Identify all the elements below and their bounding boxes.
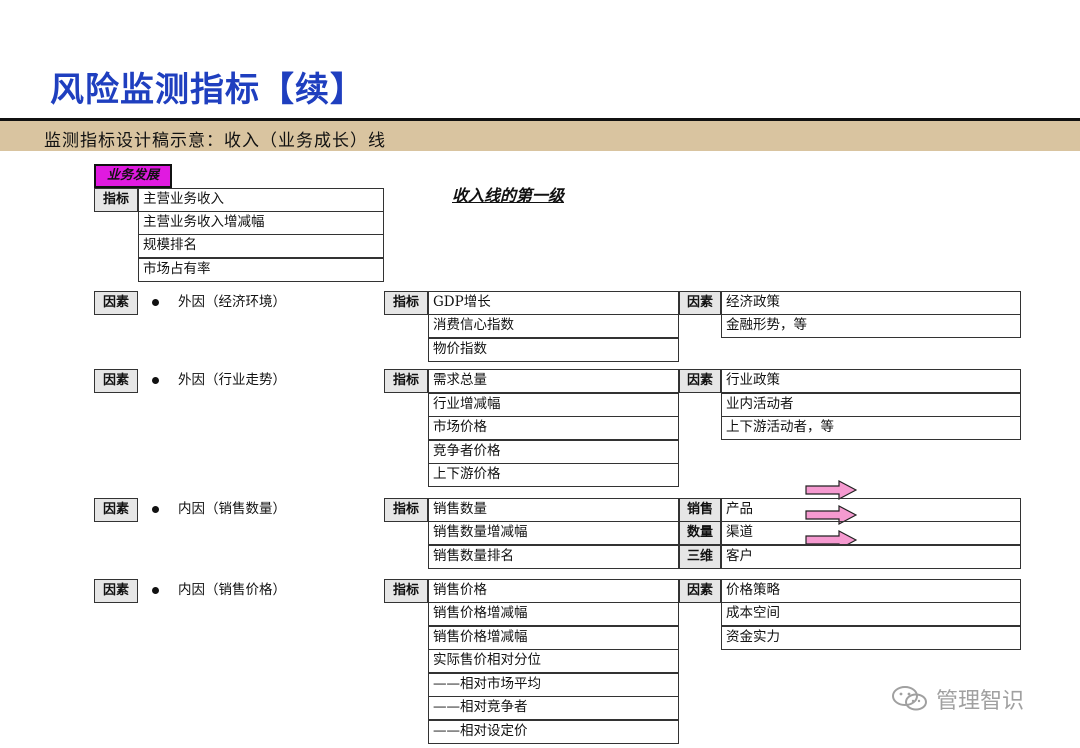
- indicator-item: 销售数量增减幅: [428, 521, 679, 545]
- indicator-item: 需求总量: [428, 369, 679, 393]
- right-factor-item: 经济政策: [721, 291, 1021, 315]
- top-indicator-item: 主营业务收入: [138, 188, 384, 212]
- indicator-item: 销售数量: [428, 498, 679, 522]
- indicator-item: GDP增长: [428, 291, 679, 315]
- indicator-item: 物价指数: [428, 338, 679, 362]
- right-factor-item: 产品: [721, 498, 1021, 522]
- arrow-right-icon: [805, 480, 857, 500]
- indicator-item: 销售价格: [428, 579, 679, 603]
- top-indicator-label: 指标: [94, 188, 138, 212]
- factor-name: 外因（行业走势）: [178, 372, 286, 388]
- business-development-tag: 业务发展: [94, 164, 172, 188]
- indicator-item: 销售价格增减幅: [428, 602, 679, 626]
- right-factor-label: 因素: [679, 291, 721, 315]
- top-indicator-item: 主营业务收入增减幅: [138, 211, 384, 235]
- bullet-icon: [152, 377, 159, 384]
- top-indicator-item: 规模排名: [138, 234, 384, 258]
- right-factor-item: 上下游活动者，等: [721, 416, 1021, 440]
- factor-label: 因素: [94, 579, 138, 603]
- indicator-item: 消费信心指数: [428, 314, 679, 338]
- indicator-label: 指标: [384, 498, 428, 522]
- indicator-label: 指标: [384, 369, 428, 393]
- right-factor-item: 行业政策: [721, 369, 1021, 393]
- watermark: 管理智识: [890, 683, 1024, 715]
- right-factor-item: 客户: [721, 545, 1021, 569]
- indicator-item: 行业增减幅: [428, 393, 679, 417]
- right-factor-item: 成本空间: [721, 602, 1021, 626]
- factor-name: 内因（销售数量）: [178, 501, 286, 517]
- indicator-item: 实际售价相对分位: [428, 649, 679, 673]
- indicator-item: ——相对市场平均: [428, 673, 679, 697]
- factor-label: 因素: [94, 498, 138, 522]
- right-label-quantity: 数量: [679, 521, 721, 545]
- bullet-icon: [152, 506, 159, 513]
- indicator-item: 上下游价格: [428, 463, 679, 487]
- indicator-item: 竞争者价格: [428, 440, 679, 464]
- indicator-item: ——相对竞争者: [428, 696, 679, 720]
- right-factor-item: 业内活动者: [721, 393, 1021, 417]
- bullet-icon: [152, 587, 159, 594]
- right-factor-item: 渠道: [721, 521, 1021, 545]
- subtitle: 监测指标设计稿示意：收入（业务成长）线: [44, 131, 386, 151]
- bullet-icon: [152, 299, 159, 306]
- right-factor-item: 资金实力: [721, 626, 1021, 650]
- right-factor-label: 因素: [679, 579, 721, 603]
- indicator-item: 销售数量排名: [428, 545, 679, 569]
- section-heading: 收入线的第一级: [452, 186, 565, 205]
- indicator-item: 市场价格: [428, 416, 679, 440]
- factor-label: 因素: [94, 369, 138, 393]
- right-factor-item: 金融形势，等: [721, 314, 1021, 338]
- factor-label: 因素: [94, 291, 138, 315]
- right-factor-item: 价格策略: [721, 579, 1021, 603]
- indicator-item: ——相对设定价: [428, 720, 679, 744]
- indicator-label: 指标: [384, 291, 428, 315]
- right-label-sales: 销售: [679, 498, 721, 522]
- page-title: 风险监测指标【续】: [50, 70, 365, 110]
- factor-name: 外因（经济环境）: [178, 294, 286, 310]
- right-factor-label: 因素: [679, 369, 721, 393]
- wechat-icon: [892, 686, 927, 711]
- factor-name: 内因（销售价格）: [178, 582, 286, 598]
- right-label-three-dimensions: 三维: [679, 545, 721, 569]
- indicator-item: 销售价格增减幅: [428, 626, 679, 650]
- indicator-label: 指标: [384, 579, 428, 603]
- watermark-text: 管理智识: [936, 689, 1025, 714]
- top-indicator-item: 市场占有率: [138, 258, 384, 282]
